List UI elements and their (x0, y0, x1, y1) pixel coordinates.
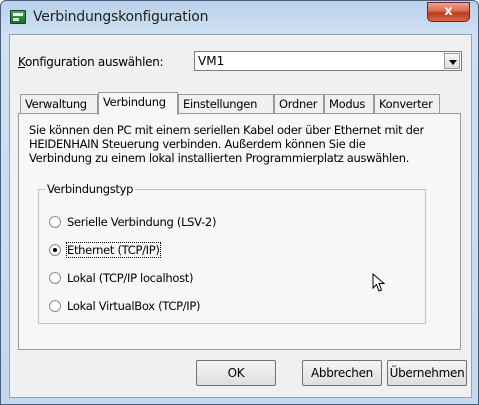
dialog-client-area: Konfiguration auswählen: VM1 Verwaltung … (9, 34, 472, 398)
radio-virtualbox-label[interactable]: Lokal VirtualBox (TCP/IP) (67, 299, 201, 313)
tab-ordner[interactable]: Ordner (274, 94, 324, 114)
cancel-button[interactable]: Abbrechen (302, 360, 382, 386)
app-icon (10, 10, 26, 24)
tab-einstellungen[interactable]: Einstellungen (178, 94, 274, 114)
config-label-accesskey: K (18, 55, 25, 69)
config-select-value: VM1 (198, 54, 225, 68)
window-title: Verbindungskonfiguration (33, 9, 209, 25)
radio-button[interactable] (49, 216, 61, 228)
connection-type-group-title: Verbindungstyp (45, 182, 136, 196)
tab-konverter[interactable]: Konverter (374, 94, 440, 114)
chevron-down-icon[interactable] (444, 53, 460, 69)
description-line: Verbindung zu einem lokal installierten … (29, 151, 410, 165)
tab-bar: Verwaltung Verbindung Einstellungen Ordn… (20, 92, 460, 115)
ok-button[interactable]: OK (196, 360, 276, 386)
description-line: HEIDENHAIN Steuerung verbinden. Außerdem… (29, 137, 366, 151)
dialog-window: Verbindungskonfiguration x Konfiguration… (0, 0, 479, 405)
description-line: Sie können den PC mit einem seriellen Ka… (29, 123, 424, 137)
mouse-pointer-icon (372, 273, 386, 292)
config-select-label: Konfiguration auswählen: (18, 55, 164, 69)
apply-button[interactable]: Übernehmen (387, 360, 467, 386)
connection-description: Sie können den PC mit einem seriellen Ka… (29, 123, 454, 165)
tab-verbindung[interactable]: Verbindung (98, 92, 178, 115)
radio-button[interactable] (49, 272, 61, 284)
radio-button-checked[interactable] (49, 244, 61, 256)
radio-button[interactable] (49, 300, 61, 312)
title-bar[interactable]: Verbindungskonfiguration x (1, 1, 478, 33)
radio-local-tcp-label[interactable]: Lokal (TCP/IP localhost) (67, 271, 193, 285)
radio-serial-label[interactable]: Serielle Verbindung (LSV-2) (67, 215, 216, 229)
config-label-text: onfiguration auswählen: (24, 55, 164, 69)
tab-verwaltung[interactable]: Verwaltung (20, 94, 98, 114)
close-button[interactable]: x (427, 2, 470, 22)
radio-ethernet-label[interactable]: Ethernet (TCP/IP) (66, 242, 161, 258)
config-select[interactable]: VM1 (194, 51, 462, 71)
connection-type-group: Verbindungstyp Serielle Verbindung (LSV-… (38, 182, 426, 324)
tab-modus[interactable]: Modus (324, 94, 374, 114)
